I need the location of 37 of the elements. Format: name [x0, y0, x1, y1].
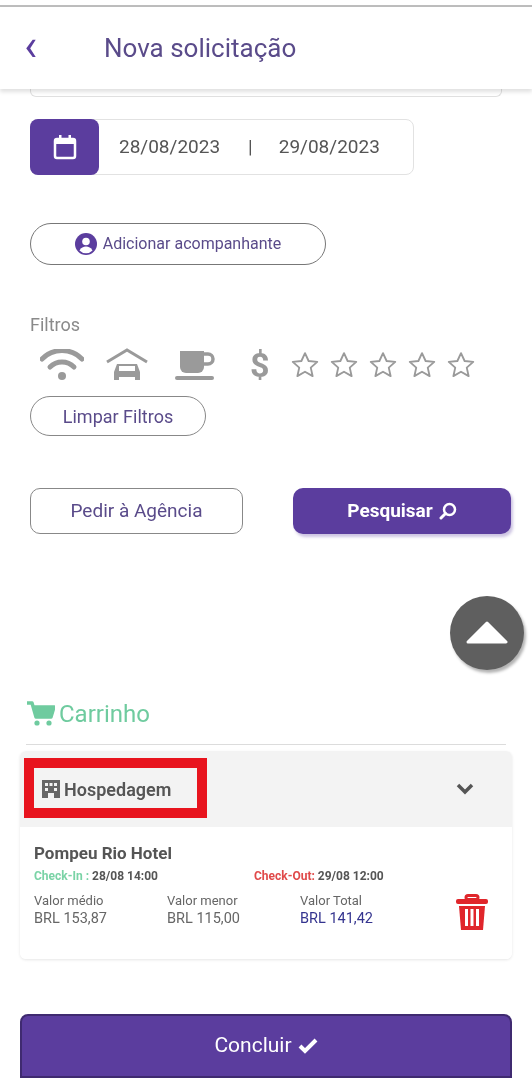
page-title: Nova solicitação — [104, 31, 297, 65]
building-icon — [41, 779, 61, 799]
scroll-top-button[interactable] — [450, 596, 524, 670]
hotel-name: Pompeu Rio Hotel — [34, 845, 173, 862]
finish-button[interactable]: Concluir — [20, 1014, 512, 1078]
coffee-cup-icon[interactable] — [174, 348, 216, 382]
date-separator: | — [248, 133, 253, 160]
trash-icon[interactable] — [455, 894, 489, 932]
filters-label: Filtros — [30, 313, 82, 337]
check-icon — [297, 1038, 318, 1054]
triangle-up-icon — [466, 621, 508, 645]
value-label: Valor médio — [34, 892, 105, 909]
cart-icon — [26, 701, 55, 727]
calendar-icon — [52, 134, 77, 160]
section-title: Hospedagem — [64, 777, 172, 802]
value-label: Valor Total — [300, 892, 364, 909]
accordion-header[interactable]: Hospedagem — [20, 751, 512, 827]
search-icon — [438, 502, 457, 520]
check-out-label: Check-Out: — [253, 870, 316, 882]
wifi-icon[interactable] — [40, 349, 84, 381]
check-out-time: 29/08 12:00 — [317, 870, 384, 882]
check-in-date: 28/08/2023 — [119, 133, 221, 160]
value-amount: BRL 153,87 — [34, 909, 108, 929]
value-amount: BRL 141,42 — [300, 909, 374, 929]
check-in-time: 28/08 14:00 — [92, 870, 158, 882]
search-button[interactable]: Pesquisar — [293, 488, 511, 534]
cart-title: Carrinho — [59, 699, 150, 730]
value-amount: BRL 115,00 — [167, 909, 241, 929]
person-icon — [74, 233, 97, 255]
check-in-label: Check-In : — [34, 870, 91, 882]
check-out-date: 29/08/2023 — [278, 133, 380, 160]
chevron-icon — [456, 783, 474, 795]
back-button[interactable]: ‹ — [24, 23, 54, 67]
garage-car-icon[interactable] — [106, 348, 148, 382]
value-label: Valor menor — [167, 892, 239, 909]
date-range-field[interactable]: 28/08/2023 | 29/08/2023 — [30, 119, 414, 175]
agency-request-button[interactable]: Pedir à Agência — [30, 488, 243, 534]
